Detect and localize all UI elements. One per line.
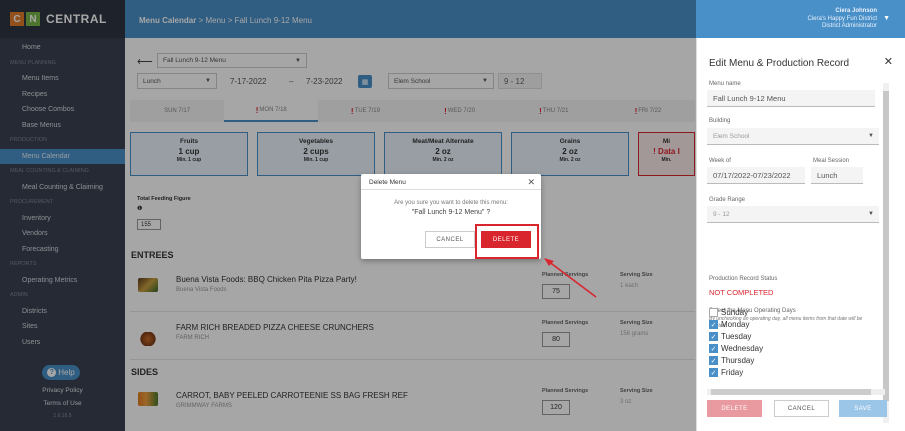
close-icon[interactable]: ✕ [884,55,893,68]
operating-day-checkbox[interactable]: ✓ Tuesday [709,332,751,341]
scrollbar-thumb[interactable] [883,91,889,401]
operating-day-checkbox[interactable]: ✓ Wednesday [709,344,763,353]
horizontal-scrollbar[interactable] [707,389,885,395]
checkbox-icon[interactable]: ✓ [709,356,718,365]
operating-day-label: Monday [721,320,750,329]
chevron-down-icon[interactable]: ▼ [883,15,890,22]
edit-panel: Edit Menu & Production Record ✕ Menu nam… [696,38,905,431]
meal-session-label: Meal Session [813,158,850,164]
menu-name-field[interactable]: Fall Lunch 9-12 Menu [707,90,875,107]
checkbox-icon[interactable]: ✓ [709,332,718,341]
status-label: Production Record Status [709,276,778,282]
menu-name-label: Menu name [709,81,741,87]
vertical-scrollbar[interactable] [883,83,889,423]
user-name: Ciera Johnson [835,8,877,14]
dialog-cancel-button[interactable]: CANCEL [425,231,475,248]
grade-range-select[interactable]: 9 - 12 ▼ [707,206,879,223]
operating-day-label: Sunday [721,308,749,317]
chevron-down-icon: ▼ [868,133,874,139]
checkbox-icon[interactable]: ✓ [709,344,718,353]
panel-cancel-button[interactable]: CANCEL [774,400,829,417]
week-label: Week of [709,158,731,164]
panel-title: Edit Menu & Production Record [709,58,850,69]
building-select-value: Elem School [713,132,750,140]
operating-day-checkbox[interactable]: ✓ Thursday [709,356,754,365]
user-menu[interactable]: Ciera Johnson Ciera's Happy Fun District… [808,8,878,31]
operating-day-label: Thursday [721,356,755,365]
operating-day-label: Wednesday [721,344,764,353]
annotation-arrow [544,258,597,298]
operating-day-label: Tuesday [721,332,752,341]
user-role: District Administrator [821,23,877,29]
user-district: Ciera's Happy Fun District [807,15,878,22]
checkbox-icon[interactable]: ✓ [709,368,718,377]
panel-save-button[interactable]: SAVE [839,400,887,417]
dialog-message: Are you sure you want to delete this men… [394,200,508,206]
delete-highlight-box [475,224,539,259]
grade-range-value: 9 - 12 [713,210,730,218]
dialog-title: Delete Menu [369,179,406,186]
dialog-menu-name: "Fall Lunch 9-12 Menu" ? [411,209,491,216]
chevron-down-icon: ▼ [868,211,874,217]
modal-backdrop[interactable] [0,0,696,431]
scrollbar-thumb[interactable] [711,389,871,395]
close-icon[interactable]: ✕ [527,177,535,188]
grade-range-label: Grade Range [709,197,746,203]
status-value: NOT COMPLETED [709,288,774,297]
operating-day-label: Friday [721,368,744,377]
dialog-divider [361,189,541,190]
checkbox-icon[interactable]: ✓ [709,320,718,329]
meal-session-field[interactable]: Lunch [811,167,863,184]
checkbox-icon[interactable] [709,308,718,317]
operating-day-checkbox[interactable]: ✓ Friday [709,368,743,377]
week-field[interactable]: 07/17/2022-07/23/2022 [707,167,805,184]
building-label: Building [709,118,731,124]
panel-delete-button[interactable]: DELETE [707,400,762,417]
operating-day-checkbox[interactable]: Sunday [709,308,748,317]
building-select[interactable]: Elem School ▼ [707,128,879,145]
operating-day-checkbox[interactable]: ✓ Monday [709,320,749,329]
